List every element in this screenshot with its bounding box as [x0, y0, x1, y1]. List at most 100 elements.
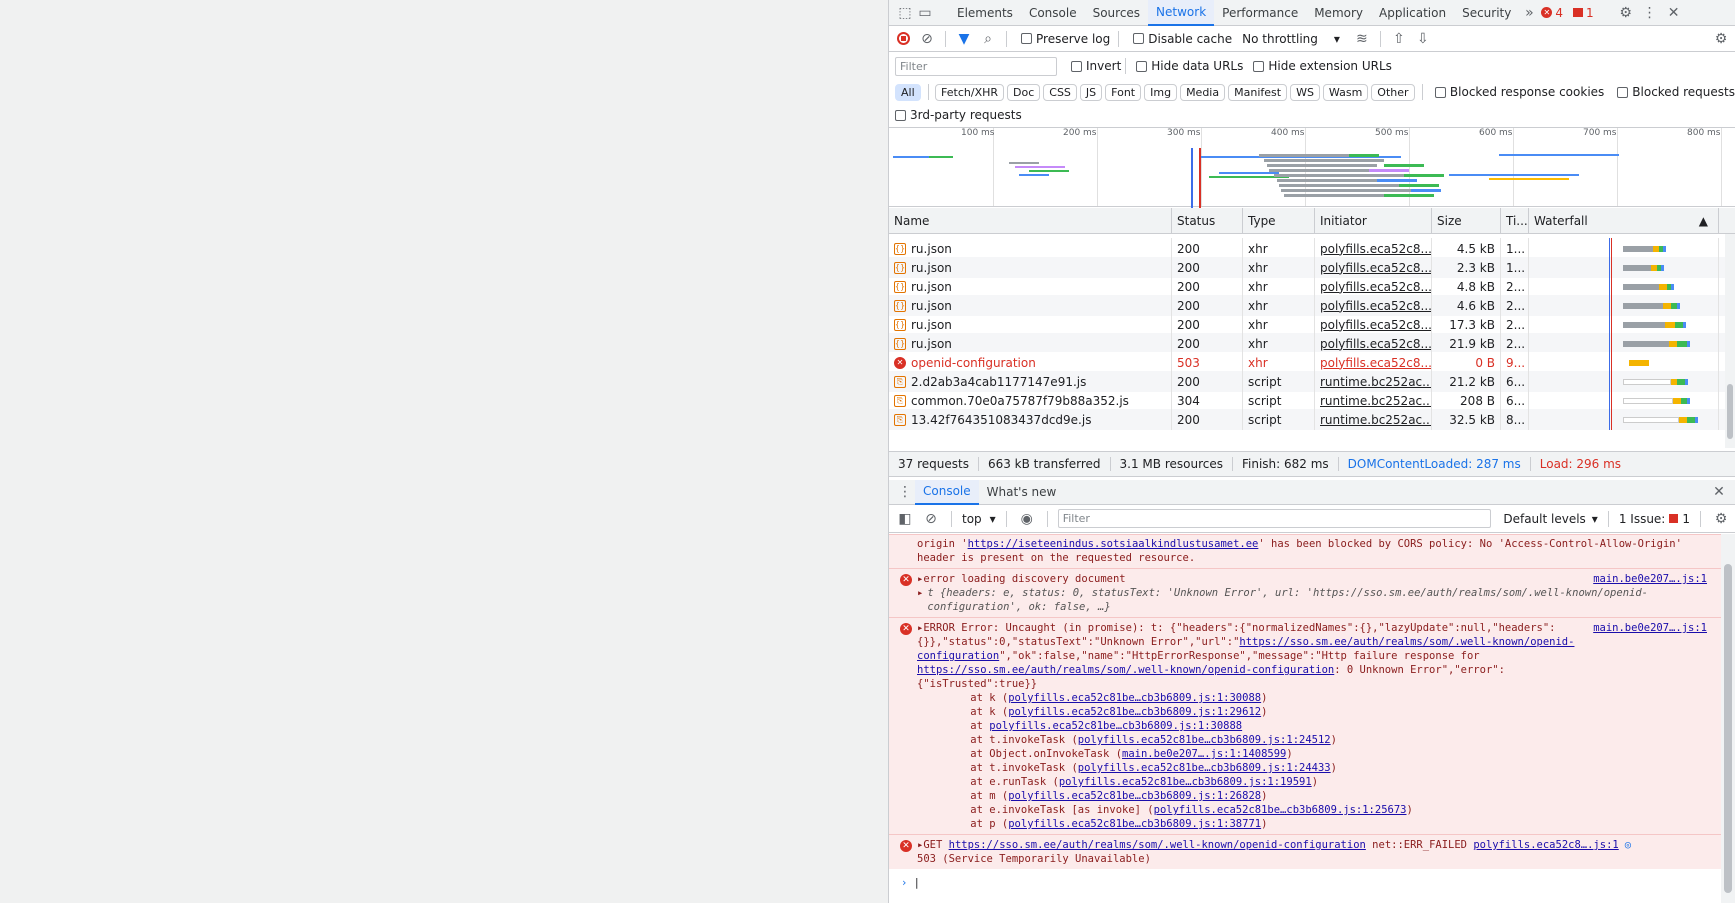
type-fetch-xhr[interactable]: Fetch/XHR	[935, 83, 1005, 101]
drawer-tab-whats-new[interactable]: What's new	[979, 480, 1065, 505]
search-icon[interactable]: ⌕	[978, 29, 998, 49]
type-font[interactable]: Font	[1105, 83, 1142, 101]
context-select[interactable]: top ▾	[962, 512, 996, 526]
column-time[interactable]: Ti...	[1501, 208, 1529, 234]
export-har-icon[interactable]: ⇩	[1413, 29, 1433, 49]
stack-frame-link[interactable]: polyfills.eca52c81be…cb3b6809.js:1:24512	[1078, 734, 1331, 746]
column-waterfall[interactable]: Waterfall ▲	[1529, 208, 1719, 234]
network-request-icon[interactable]: ◎	[1625, 839, 1631, 851]
network-filter-input[interactable]: Filter	[895, 56, 1057, 76]
blocked-requests-checkbox[interactable]: Blocked requests	[1617, 85, 1735, 99]
network-conditions-icon[interactable]: ≋	[1352, 29, 1372, 49]
device-toolbar-icon[interactable]: ▭	[915, 3, 935, 23]
type-all[interactable]: All	[895, 83, 921, 101]
console-filter-input[interactable]: Filter	[1057, 509, 1492, 528]
blocked-cookies-checkbox[interactable]: Blocked response cookies	[1434, 85, 1604, 99]
tab-performance[interactable]: Performance	[1214, 0, 1306, 26]
tab-console[interactable]: Console	[1021, 0, 1085, 26]
kebab-menu-icon[interactable]: ⋮	[1640, 3, 1660, 23]
clear-icon[interactable]: ⊘	[917, 29, 937, 49]
url-link[interactable]: https://sso.sm.ee/auth/realms/som/.well-…	[949, 839, 1366, 851]
stack-frame-link[interactable]: polyfills.eca52c81be…cb3b6809.js:1:38771	[1008, 818, 1261, 830]
table-row[interactable]: {} ru.json 200 xhr polyfills.eca52c8.... 21.9…	[889, 333, 1725, 354]
column-size[interactable]: Size	[1432, 208, 1501, 234]
inspect-element-icon[interactable]: ⬚	[895, 3, 915, 23]
table-row[interactable]: {} ru.json 200 xhr polyfills.eca52c8.... 4.8 …	[889, 276, 1725, 297]
column-initiator[interactable]: Initiator	[1315, 208, 1432, 234]
type-img[interactable]: Img	[1144, 83, 1178, 101]
stack-frame-link[interactable]: polyfills.eca52c81be…cb3b6809.js:1:26828	[1008, 790, 1261, 802]
column-status[interactable]: Status	[1172, 208, 1243, 234]
live-expression-eye-icon[interactable]: ◉	[1017, 509, 1037, 529]
tab-network[interactable]: Network	[1148, 0, 1215, 26]
filter-icon[interactable]: ▼	[954, 29, 974, 49]
drawer-menu-icon[interactable]: ⋮	[895, 482, 915, 502]
table-row[interactable]: {} ru.json 200 xhr polyfills.eca52c8.... 4.6 …	[889, 295, 1725, 316]
log-levels-select[interactable]: Default levels ▾	[1503, 512, 1597, 526]
gear-icon[interactable]: ⚙	[1616, 3, 1636, 23]
table-row[interactable]: ⎘ common.70e0a75787f79b88a352.js 304 script…	[889, 390, 1725, 411]
table-row[interactable]: ✕ openid-configuration 503 xhr polyfills.eca…	[889, 352, 1725, 373]
column-name[interactable]: Name	[889, 208, 1172, 234]
type-other[interactable]: Other	[1371, 83, 1415, 101]
drawer-tab-console[interactable]: Console	[915, 479, 979, 505]
message-source-link[interactable]: main.be0e207….js:1	[1593, 572, 1707, 586]
stack-frame-link[interactable]: polyfills.eca52c81be…cb3b6809.js:1:29612	[1008, 706, 1261, 718]
stack-frame-link[interactable]: polyfills.eca52c81be…cb3b6809.js:1:30888	[989, 720, 1242, 732]
tab-sources[interactable]: Sources	[1085, 0, 1148, 26]
cell-time: 1...	[1501, 257, 1529, 278]
third-party-checkbox[interactable]: 3rd-party requests	[895, 108, 1022, 122]
stack-frame-link[interactable]: polyfills.eca52c81be…cb3b6809.js:1:19591	[1059, 776, 1312, 788]
type-js[interactable]: JS	[1079, 83, 1103, 101]
stack-frame-link[interactable]: polyfills.eca52c81be…cb3b6809.js:1:30088	[1008, 692, 1261, 704]
stack-frame-link[interactable]: main.be0e207….js:1:1408599	[1122, 748, 1286, 760]
table-row[interactable]: {} ru.json 200 xhr polyfills.eca52c8.... 4.5 …	[889, 238, 1725, 259]
stack-frame-link[interactable]: polyfills.eca52c81be…cb3b6809.js:1:24433	[1078, 762, 1331, 774]
type-manifest[interactable]: Manifest	[1228, 83, 1288, 101]
type-ws[interactable]: WS	[1290, 83, 1320, 101]
tab-application[interactable]: Application	[1371, 0, 1454, 26]
throttling-select[interactable]: No throttling ▾	[1242, 32, 1340, 46]
more-tabs-icon[interactable]: »	[1519, 3, 1539, 23]
import-har-icon[interactable]: ⇧	[1389, 29, 1409, 49]
table-row[interactable]: ⎘ 13.42f764351083437dcd9e.js 200 script runt…	[889, 409, 1725, 430]
close-icon[interactable]: ✕	[1664, 3, 1684, 23]
hide-extension-urls-checkbox[interactable]: Hide extension URLs	[1253, 59, 1392, 73]
console-prompt[interactable]: › |	[889, 869, 1735, 897]
network-settings-gear-icon[interactable]: ⚙	[1711, 29, 1731, 49]
issues-counter[interactable]: 1 Issue: 1	[1619, 512, 1690, 526]
expand-arrow-icon[interactable]: ▸	[917, 586, 923, 614]
table-row[interactable]: {} ru.json 200 xhr polyfills.eca52c8.... 2.3 …	[889, 257, 1725, 278]
error-count-badge[interactable]: ✕ 4	[1541, 6, 1563, 20]
drawer-close-icon[interactable]: ✕	[1709, 482, 1729, 502]
table-row[interactable]: {} ru.json 200 xhr polyfills.eca52c8.... 17.3…	[889, 314, 1725, 335]
type-media[interactable]: Media	[1180, 83, 1226, 101]
message-source-link[interactable]: polyfills.eca52c8….js:1	[1473, 839, 1618, 851]
cell-type: xhr	[1243, 276, 1315, 297]
table-row[interactable]: ⎘ 2.d2ab3a4cab1177147e91.js 200 script runti…	[889, 371, 1725, 392]
stack-frame-link[interactable]: polyfills.eca52c81be…cb3b6809.js:1:25673	[1154, 804, 1407, 816]
url-link[interactable]: https://sso.sm.ee/auth/realms/som/.well-…	[917, 664, 1334, 676]
hide-data-urls-checkbox[interactable]: Hide data URLs	[1136, 59, 1243, 73]
column-type[interactable]: Type	[1243, 208, 1315, 234]
tab-elements[interactable]: Elements	[949, 0, 1021, 26]
cors-origin-link[interactable]: https://iseteenindus.sotsiaalkindlustusa…	[968, 538, 1259, 550]
network-overview-timeline[interactable]: 100 ms 200 ms 300 ms 400 ms 500 ms 600 m…	[889, 127, 1735, 208]
type-wasm[interactable]: Wasm	[1322, 83, 1369, 101]
type-doc[interactable]: Doc	[1007, 83, 1041, 101]
issue-count-badge[interactable]: 1	[1573, 6, 1594, 20]
console-settings-gear-icon[interactable]: ⚙	[1711, 509, 1731, 529]
tab-security[interactable]: Security	[1454, 0, 1519, 26]
type-css[interactable]: CSS	[1043, 83, 1077, 101]
record-stop-icon[interactable]	[893, 29, 913, 49]
console-clear-icon[interactable]: ⊘	[921, 509, 941, 529]
preserve-log-checkbox[interactable]: Preserve log	[1021, 32, 1110, 46]
console-scrollbar[interactable]	[1721, 534, 1735, 903]
message-source-link[interactable]: main.be0e207….js:1	[1593, 621, 1707, 635]
error-object-preview[interactable]: t {headers: e, status: 0, statusText: 'U…	[927, 586, 1707, 614]
invert-checkbox[interactable]: Invert	[1071, 59, 1121, 73]
requests-scrollbar[interactable]	[1725, 234, 1735, 448]
tab-memory[interactable]: Memory	[1306, 0, 1371, 26]
sidebar-toggle-icon[interactable]: ◧	[895, 509, 915, 529]
disable-cache-checkbox[interactable]: Disable cache	[1133, 32, 1232, 46]
